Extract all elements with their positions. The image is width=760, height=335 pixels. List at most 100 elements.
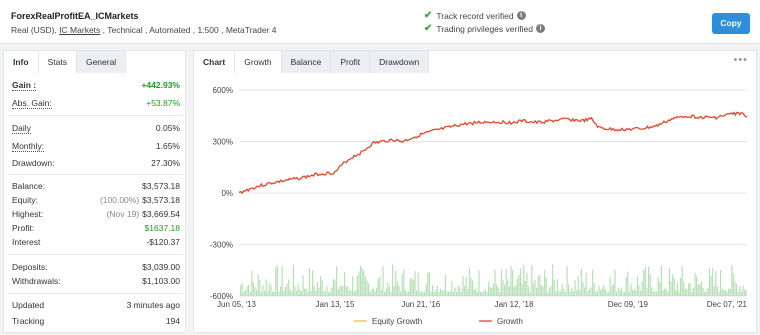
activity-bar: [484, 289, 486, 296]
activity-bar: [384, 291, 386, 296]
activity-bar: [376, 287, 378, 296]
tab-balance[interactable]: Balance: [281, 51, 332, 73]
info-icon[interactable]: i: [516, 11, 526, 20]
activity-bar: [408, 291, 410, 296]
activity-bar: [635, 290, 637, 296]
activity-bar: [662, 289, 664, 296]
activity-bar: [651, 287, 653, 296]
stat-monthly: Monthly: 1.65%: [12, 141, 180, 153]
activity-bar: [312, 270, 314, 296]
activity-bar: [667, 291, 669, 296]
chart-series: [238, 111, 748, 195]
activity-bar: [483, 291, 485, 296]
copy-button[interactable]: Copy: [712, 13, 750, 34]
tab-general[interactable]: General: [76, 51, 127, 73]
stat-balance: Balance: $3,573.18: [12, 181, 180, 193]
activity-bar: [252, 282, 254, 296]
activity-bar: [625, 277, 627, 296]
activity-bar: [516, 278, 518, 296]
activity-bar: [572, 291, 574, 296]
trading-privileges-verified: ✔ Trading privileges verified i: [424, 23, 545, 34]
activity-bar: [289, 289, 291, 296]
account-header: ForexRealProfitEA_ICMarkets Real (USD), …: [0, 0, 760, 44]
chart-tabs: Chart Growth Balance Profit Drawdown: [194, 51, 430, 73]
activity-bar: [598, 285, 600, 296]
y-tick-label: 0%: [221, 189, 233, 198]
activity-bar: [412, 279, 414, 296]
activity-bar: [464, 286, 466, 296]
info-icon[interactable]: i: [535, 24, 545, 33]
activity-bar: [366, 280, 368, 296]
activity-bar: [542, 286, 544, 296]
activity-bar: [632, 289, 634, 296]
growth-chart: 600%300%0%-300%-600% Jun 05, '13 Jan 13, …: [210, 86, 748, 326]
activity-bar: [563, 289, 565, 296]
activity-bar: [324, 290, 326, 296]
activity-bar: [427, 272, 429, 296]
activity-bar: [579, 289, 581, 296]
activity-bar: [395, 270, 397, 296]
more-options-icon[interactable]: •••: [733, 54, 748, 66]
activity-bar: [636, 276, 638, 296]
activity-bar: [697, 284, 699, 296]
activity-bar: [286, 283, 288, 296]
tab-growth[interactable]: Growth: [235, 51, 282, 73]
tab-profit[interactable]: Profit: [331, 51, 371, 73]
activity-bar: [745, 290, 747, 296]
x-tick-label: Jun 21, '16: [401, 300, 440, 309]
stat-deposits: Deposits: $3,039.00: [12, 262, 180, 274]
activity-bar: [270, 285, 272, 296]
activity-bar: [616, 291, 618, 296]
deposits-value: $3,039.00: [142, 262, 180, 272]
activity-bar: [409, 278, 411, 296]
activity-bar: [398, 285, 400, 296]
activity-bar: [684, 288, 686, 296]
activity-bar: [524, 280, 526, 296]
activity-bar: [480, 291, 482, 296]
activity-bar: [320, 275, 322, 296]
activity-bar: [316, 281, 318, 296]
activity-bar: [619, 290, 621, 296]
activity-bar: [377, 278, 379, 296]
activity-bar: [436, 285, 438, 296]
activity-bar: [676, 282, 678, 296]
activity-bar: [540, 284, 542, 296]
highest-value: (Nov 19) $3,669.54: [107, 209, 180, 219]
activity-bar: [580, 268, 582, 296]
activity-bar: [536, 287, 538, 296]
broker-link[interactable]: IC Markets: [59, 25, 100, 35]
activity-bar: [715, 271, 717, 296]
highest-note: (Nov 19): [106, 209, 140, 219]
activity-bar: [644, 266, 646, 296]
chart-panel: Chart Growth Balance Profit Drawdown •••…: [193, 50, 757, 333]
tab-stats[interactable]: Stats: [38, 51, 77, 73]
monthly-label[interactable]: Monthly:: [12, 141, 45, 152]
activity-bar: [532, 283, 534, 296]
stat-updated: Updated 3 minutes ago: [12, 300, 180, 312]
activity-bar: [688, 283, 690, 296]
activity-bar: [340, 285, 342, 296]
activity-bar: [364, 276, 366, 296]
activity-bar: [419, 291, 421, 296]
tab-chart[interactable]: Chart: [194, 51, 236, 73]
gain-label[interactable]: Gain :: [12, 80, 37, 91]
interest-label: Interest: [12, 237, 41, 247]
tab-info[interactable]: Info: [4, 51, 39, 73]
activity-bar: [622, 291, 624, 296]
tab-drawdown[interactable]: Drawdown: [370, 51, 430, 73]
daily-label[interactable]: Daily: [12, 123, 31, 134]
stat-highest: Highest: (Nov 19) $3,669.54: [12, 209, 180, 221]
activity-bar: [361, 267, 363, 296]
activity-bar: [456, 291, 458, 296]
activity-bar: [734, 281, 736, 296]
activity-bar: [371, 289, 373, 296]
activity-bar: [720, 269, 722, 296]
chart-legend: Equity Growth Growth: [354, 317, 523, 326]
y-axis-ticks: 600%300%0%-300%-600%: [210, 86, 233, 301]
activity-bar: [387, 282, 389, 296]
activity-bar: [737, 291, 739, 296]
activity-bar: [614, 269, 616, 296]
abs-gain-label[interactable]: Abs. Gain:: [12, 98, 52, 109]
activity-bar: [433, 291, 435, 296]
activity-bar: [704, 291, 706, 296]
